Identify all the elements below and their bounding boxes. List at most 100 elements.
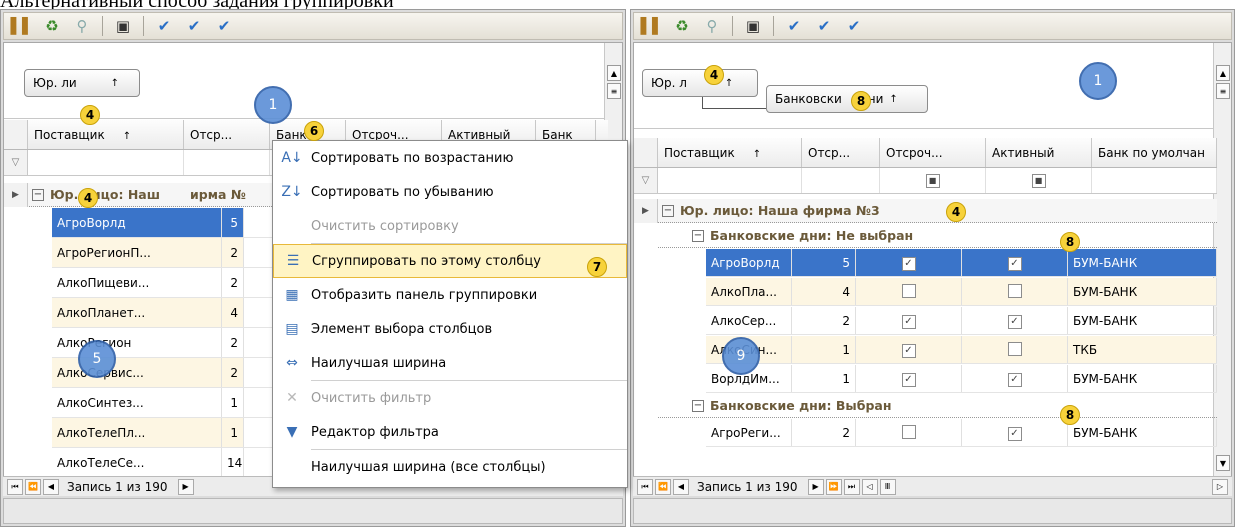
check-selected-icon[interactable]: ✔ bbox=[212, 15, 236, 37]
first-record-icon[interactable]: ⏮ bbox=[7, 478, 23, 495]
header-deferral-2[interactable]: Отсроч... bbox=[880, 138, 986, 167]
prev-record-icon[interactable]: ◀ bbox=[673, 478, 689, 495]
scroll-thumb-icon[interactable]: Ⅲ bbox=[879, 478, 896, 495]
next-record-icon[interactable]: ▶ bbox=[177, 478, 194, 495]
next-record-icon[interactable]: ▶ bbox=[807, 478, 824, 495]
group-chip-legal-entity[interactable]: Юр. л ↑ bbox=[642, 69, 758, 97]
save-icon[interactable]: ▣ bbox=[111, 15, 135, 37]
scroll-right-icon[interactable]: ▷ bbox=[1212, 478, 1228, 495]
first-record-icon[interactable]: ⏮ bbox=[637, 478, 653, 495]
checkbox[interactable]: ✓ bbox=[901, 372, 916, 387]
cell-deferral-checkbox[interactable]: ✓ bbox=[856, 307, 962, 334]
checkbox[interactable] bbox=[901, 425, 916, 439]
menu-item[interactable]: ▦ Отобразить панель группировки bbox=[273, 278, 627, 312]
table-row[interactable]: АлкоСинтез... 1 bbox=[52, 388, 294, 418]
table-row[interactable]: АгроВорлд 5 ✓ ✓ БУМ-БАНК bbox=[706, 249, 1217, 277]
table-row[interactable]: АгроВорлд 5 bbox=[52, 208, 294, 238]
cell-active-checkbox[interactable] bbox=[962, 336, 1068, 363]
refresh-icon[interactable]: ♻ bbox=[670, 15, 694, 37]
menu-item[interactable]: ▤ Элемент выбора столбцов bbox=[273, 312, 627, 346]
menu-item[interactable]: ☰ Сгруппировать по этому столбцу bbox=[273, 244, 627, 278]
table-row[interactable]: АлкоСин...1✓ТКБ bbox=[706, 336, 1217, 364]
check-icon[interactable]: ✔ bbox=[152, 15, 176, 37]
collapse-icon[interactable]: − bbox=[692, 229, 704, 242]
filter-cell[interactable] bbox=[802, 168, 880, 193]
table-row[interactable]: АлкоТелеСе... 14 bbox=[52, 448, 294, 477]
checkbox[interactable]: ✓ bbox=[1007, 372, 1022, 387]
book-icon[interactable]: ▌▌ bbox=[640, 15, 664, 37]
check-selected-icon[interactable]: ✔ bbox=[842, 15, 866, 37]
checkbox[interactable]: ✓ bbox=[901, 314, 916, 329]
book-icon[interactable]: ▌▌ bbox=[10, 15, 34, 37]
checkbox[interactable]: ✓ bbox=[1007, 314, 1022, 329]
refresh-icon[interactable]: ♻ bbox=[40, 15, 64, 37]
menu-item[interactable]: Z↓ Сортировать по убыванию bbox=[273, 175, 627, 209]
cell-active-checkbox[interactable]: ✓ bbox=[962, 365, 1068, 392]
scroll-left-icon[interactable]: ◁ bbox=[861, 478, 878, 495]
checkbox[interactable]: ✓ bbox=[1007, 426, 1022, 441]
header-supplier[interactable]: Поставщик ↑ bbox=[658, 138, 802, 167]
group-chip-legal-entity[interactable]: Юр. ли ↑ bbox=[24, 69, 140, 97]
checkbox[interactable] bbox=[1007, 284, 1022, 298]
scroll-menu-icon[interactable]: ≡ bbox=[1216, 83, 1230, 99]
check-icon[interactable]: ✔ bbox=[782, 15, 806, 37]
header-bank-default[interactable]: Банк по умолчан bbox=[1092, 138, 1217, 167]
filter-cell[interactable] bbox=[658, 168, 802, 193]
cell-active-checkbox[interactable]: ✓ bbox=[962, 307, 1068, 334]
scroll-down-icon[interactable]: ▼ bbox=[1216, 455, 1230, 471]
table-row[interactable]: АлкоПла... 4 БУМ-БАНК bbox=[706, 278, 1217, 306]
collapse-icon[interactable]: − bbox=[692, 399, 704, 412]
search-icon[interactable]: ⚲ bbox=[700, 15, 724, 37]
group-row-bank-days-not-selected[interactable]: − Банковские дни: Не выбран bbox=[658, 224, 1217, 248]
collapse-icon[interactable]: − bbox=[32, 188, 44, 201]
cell-deferral-checkbox[interactable] bbox=[856, 278, 962, 305]
checkbox[interactable] bbox=[1007, 342, 1022, 356]
table-row[interactable]: АлкоПланет... 4 bbox=[52, 298, 294, 328]
group-chip-bank-days[interactable]: Банковски ни ↑ bbox=[766, 85, 928, 113]
menu-item[interactable]: Наилучшая ширина (все столбцы) bbox=[273, 450, 627, 484]
group-row-legal-entity[interactable]: ▶ − Юр. лицо: Наша фирма №3 bbox=[634, 198, 1217, 223]
table-row[interactable]: АлкоПищеви... 2 bbox=[52, 268, 294, 298]
cell-deferral-checkbox[interactable] bbox=[856, 419, 962, 446]
next-page-icon[interactable]: ⏩ bbox=[825, 478, 842, 495]
checkbox[interactable]: ✓ bbox=[901, 256, 916, 271]
filter-cell[interactable]: ■ bbox=[986, 168, 1092, 193]
scroll-menu-icon[interactable]: ≡ bbox=[607, 83, 621, 99]
cell-active-checkbox[interactable]: ✓ bbox=[962, 419, 1068, 446]
prev-record-icon[interactable]: ◀ bbox=[43, 478, 59, 495]
menu-item[interactable]: ▼ Редактор фильтра bbox=[273, 415, 627, 449]
checkbox[interactable]: ✓ bbox=[901, 343, 916, 358]
group-row-bank-days-selected[interactable]: − Банковские дни: Выбран bbox=[658, 394, 1217, 418]
prev-page-icon[interactable]: ⏪ bbox=[655, 478, 671, 495]
cell-active-checkbox[interactable] bbox=[962, 278, 1068, 305]
table-row[interactable]: АлкоСер... 2 ✓ ✓ БУМ-БАНК bbox=[706, 307, 1217, 335]
table-row[interactable]: АлкоТелеПл... 1 bbox=[52, 418, 294, 448]
table-row[interactable]: АгроРегионП... 2 bbox=[52, 238, 294, 268]
cell-active-checkbox[interactable]: ✓ bbox=[962, 249, 1068, 276]
header-supplier[interactable]: Поставщик ↑ bbox=[28, 120, 184, 149]
cell-deferral-checkbox[interactable]: ✓ bbox=[856, 249, 962, 276]
check-all-icon[interactable]: ✔ bbox=[182, 15, 206, 37]
filter-cell[interactable] bbox=[28, 150, 184, 175]
check-all-icon[interactable]: ✔ bbox=[812, 15, 836, 37]
collapse-icon[interactable]: − bbox=[662, 204, 674, 217]
filter-cell[interactable] bbox=[184, 150, 270, 175]
menu-item[interactable]: A↓ Сортировать по возрастанию bbox=[273, 141, 627, 175]
save-icon[interactable]: ▣ bbox=[741, 15, 765, 37]
cell-deferral-checkbox[interactable]: ✓ bbox=[856, 365, 962, 392]
filter-cell[interactable] bbox=[1092, 168, 1217, 193]
table-row[interactable]: АгроРеги... 2 ✓ БУМ-БАНК bbox=[706, 419, 1217, 447]
checkbox[interactable]: ✓ bbox=[1007, 256, 1022, 271]
cell-deferral-checkbox[interactable]: ✓ bbox=[856, 336, 962, 363]
scroll-up-icon[interactable]: ▲ bbox=[607, 65, 621, 81]
checkbox[interactable] bbox=[901, 284, 916, 298]
scroll-up-icon[interactable]: ▲ bbox=[1216, 65, 1230, 81]
last-record-icon[interactable]: ⏭ bbox=[843, 478, 860, 495]
prev-page-icon[interactable]: ⏪ bbox=[25, 478, 41, 495]
search-icon[interactable]: ⚲ bbox=[70, 15, 94, 37]
menu-item[interactable]: ⇔ Наилучшая ширина bbox=[273, 346, 627, 380]
table-row[interactable]: ВорлдИм... 1 ✓ ✓ БУМ-БАНК bbox=[706, 365, 1217, 393]
filter-cell[interactable]: ■ bbox=[880, 168, 986, 193]
header-deferral[interactable]: Отср... bbox=[802, 138, 880, 167]
header-active[interactable]: Активный bbox=[986, 138, 1092, 167]
